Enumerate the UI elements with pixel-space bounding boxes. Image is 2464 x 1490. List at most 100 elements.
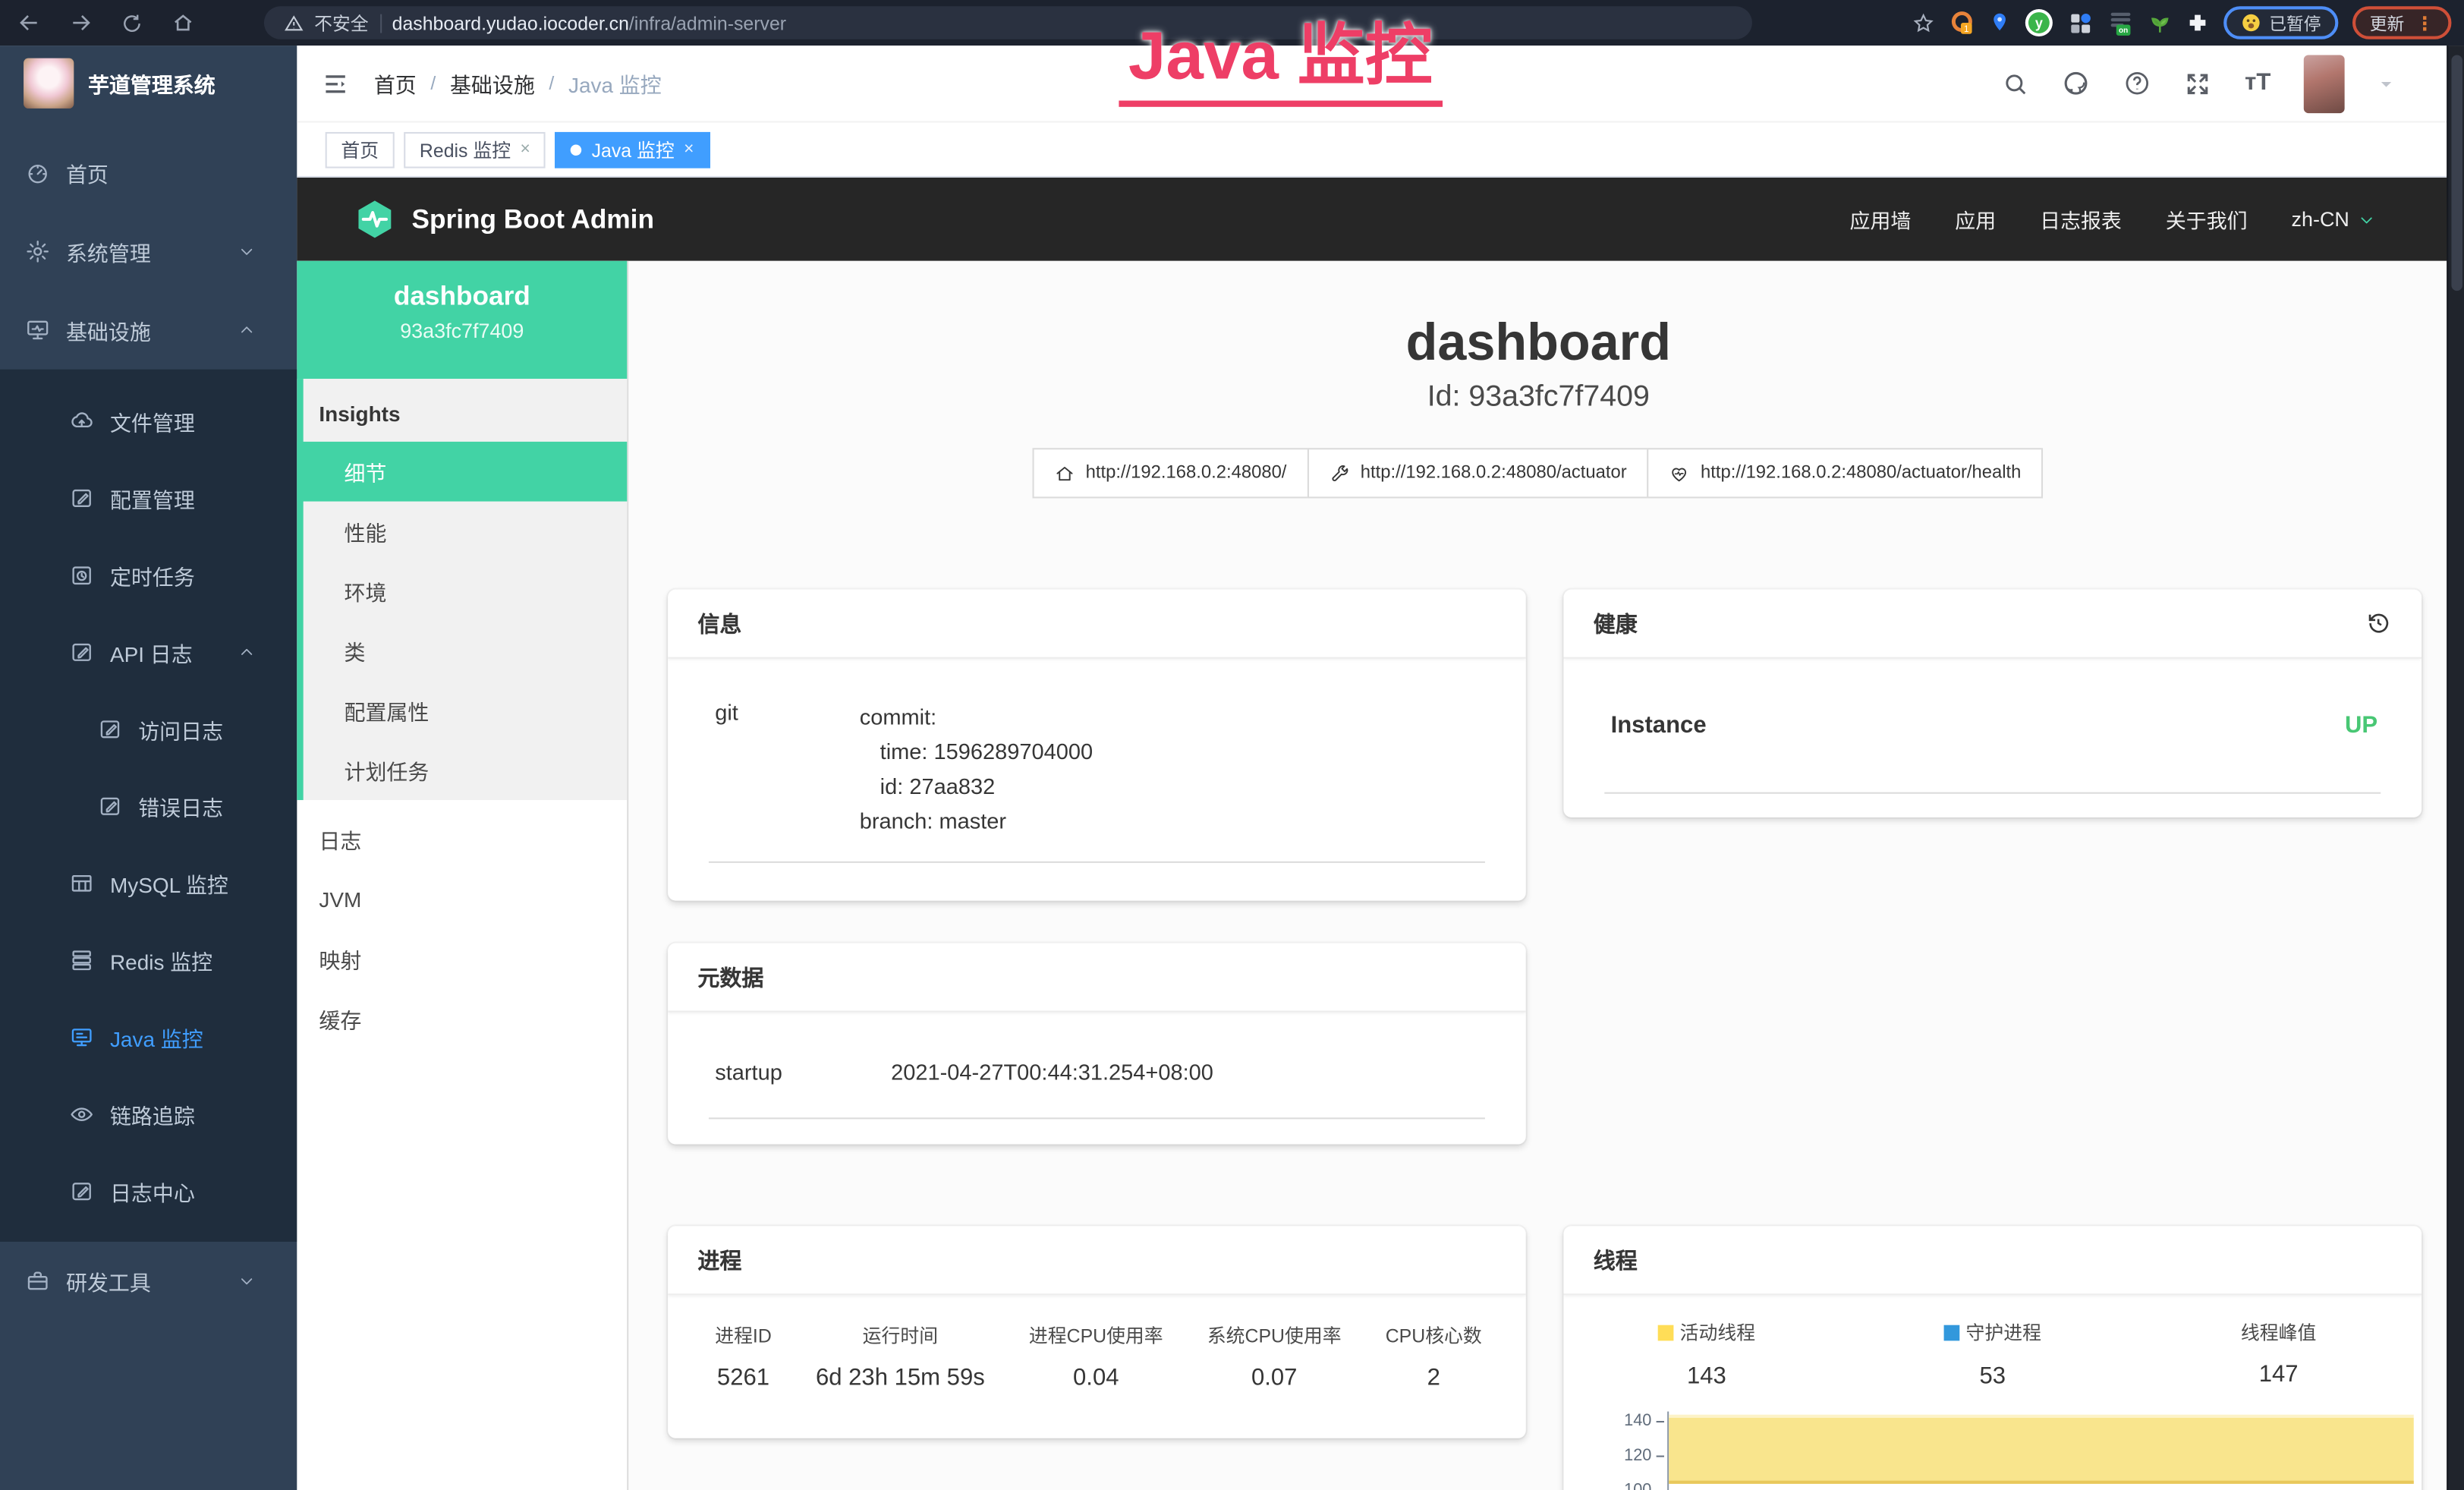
log-icon (69, 639, 94, 664)
browser-back-icon[interactable] (17, 11, 41, 34)
sidebar-item-label: 配置管理 (110, 482, 195, 513)
bookmark-star-icon[interactable] (1912, 12, 1934, 34)
ext-on-switch-icon[interactable]: on (2107, 8, 2134, 36)
sidebar-item-文件管理[interactable]: 文件管理 (0, 382, 297, 458)
sba-instance-header[interactable]: dashboard 93a3fc7f7409 (297, 261, 627, 379)
page-scrollbar-thumb[interactable] (2451, 55, 2462, 291)
sidebar-item-系统管理[interactable]: 系统管理 (0, 213, 297, 291)
sba-nav-关于我们[interactable]: 关于我们 (2166, 204, 2248, 234)
sidebar-item-研发工具[interactable]: 研发工具 (0, 1242, 297, 1321)
app-sidebar: 芋道管理系统 首页系统管理基础设施文件管理配置管理定时任务 API 日志访问日志错… (0, 46, 297, 1490)
sba-menu-缓存[interactable]: 缓存 (297, 989, 627, 1049)
ext-colorzilla-icon[interactable]: 1 (1949, 9, 1975, 36)
instance-link-home[interactable]: http://192.168.0.2:48080/ (1032, 448, 1308, 498)
browser-reload-icon[interactable] (121, 12, 143, 34)
chart-ytick: 100 (1563, 1481, 1651, 1490)
sba-menu-配置属性[interactable]: 配置属性 (304, 681, 628, 741)
user-avatar[interactable] (2304, 54, 2345, 112)
sidebar-item-配置管理[interactable]: 配置管理 (0, 459, 297, 536)
breadcrumb-home[interactable]: 首页 (374, 68, 417, 99)
tab-label: Java 监控 (592, 136, 675, 162)
instance-id-line: Id: 93a3fc7f7409 (628, 380, 2448, 415)
sba-nav-应用[interactable]: 应用 (1955, 204, 1996, 234)
info-value-line: id: 27aa832 (860, 769, 1093, 804)
sba-menu-计划任务[interactable]: 计划任务 (304, 740, 628, 800)
sidebar-item-错误日志[interactable]: 错误日志 (0, 767, 297, 844)
log-icon (69, 1178, 94, 1203)
instance-link-heartbeat[interactable]: http://192.168.0.2:48080/actuator/health (1647, 448, 2044, 498)
address-bar[interactable]: 不安全 dashboard.yudao.iocoder.cn/infra/adm… (264, 6, 1752, 39)
sba-language-select[interactable]: zh-CN (2292, 207, 2376, 231)
browser-menu-kebab-icon[interactable]: ⋮ (2415, 12, 2434, 34)
sba-brand[interactable]: Spring Boot Admin (354, 198, 654, 241)
instance-link-wrench[interactable]: http://192.168.0.2:48080/actuator (1307, 448, 1648, 498)
card-info-title: 信息 (668, 590, 1526, 659)
sidebar-item-label: Java 监控 (110, 1021, 203, 1052)
sba-menu-环境[interactable]: 环境 (304, 561, 628, 621)
schedule-icon (69, 562, 94, 587)
profiler-paused-pill[interactable]: 已暂停 (2223, 6, 2338, 39)
sba-menu-JVM[interactable]: JVM (297, 869, 627, 929)
sba-menu-类[interactable]: 类 (304, 621, 628, 681)
ext-grid-icon[interactable] (2068, 10, 2093, 35)
sidebar-item-Java 监控[interactable]: Java 监控 (0, 998, 297, 1075)
tab-Java 监控[interactable]: Java 监控 × (555, 131, 710, 168)
breadcrumb-infra[interactable]: 基础设施 (450, 68, 535, 99)
sidebar-item-API 日志[interactable]: API 日志 (0, 613, 297, 690)
sba-nav-应用墙[interactable]: 应用墙 (1850, 204, 1912, 234)
fullscreen-icon[interactable] (2185, 70, 2211, 96)
sba-menu-日志[interactable]: 日志 (297, 809, 627, 869)
page-scrollbar[interactable] (2447, 46, 2464, 1490)
sba-menu-映射[interactable]: 映射 (297, 929, 627, 989)
close-icon[interactable]: × (684, 140, 694, 158)
security-label: 不安全 (314, 10, 368, 35)
card-metadata: 元数据 startup 2021-04-27T00:44:31.254+08:0… (668, 943, 1526, 1144)
sidebar-item-label: 错误日志 (138, 790, 223, 821)
sidebar-item-访问日志[interactable]: 访问日志 (0, 690, 297, 767)
mysql-icon (69, 870, 94, 895)
legend-label: 守护进程 (1944, 1318, 2041, 1345)
user-caret-down-icon[interactable] (2377, 74, 2395, 92)
tab-首页[interactable]: 首页 (326, 131, 395, 168)
help-icon[interactable] (2124, 69, 2152, 97)
history-icon[interactable] (2365, 610, 2392, 636)
sidebar-item-首页[interactable]: 首页 (0, 134, 297, 213)
ext-y-icon[interactable]: y (2024, 8, 2053, 37)
chart-ytick: 120 (1563, 1446, 1651, 1465)
sba-menu-性能[interactable]: 性能 (304, 502, 628, 562)
browser-home-icon[interactable] (172, 11, 195, 34)
sidebar-item-MySQL 监控[interactable]: MySQL 监控 (0, 844, 297, 921)
ext-pin-icon[interactable] (1990, 11, 2010, 34)
sidebar-collapse-icon[interactable] (323, 71, 349, 95)
sidebar-item-日志中心[interactable]: 日志中心 (0, 1152, 297, 1229)
sidebar-item-定时任务[interactable]: 定时任务 (0, 536, 297, 613)
legend-value: 147 (2135, 1361, 2422, 1388)
browser-forward-icon[interactable] (69, 11, 93, 34)
health-status-badge: UP (2345, 712, 2377, 739)
browser-update-button[interactable]: 更新 ⋮ (2352, 6, 2451, 39)
search-icon[interactable] (2003, 70, 2029, 96)
ext-sprout-icon[interactable] (2148, 10, 2172, 35)
app-logo-row[interactable]: 芋道管理系统 (0, 46, 297, 121)
sidebar-item-基础设施[interactable]: 基础设施 (0, 291, 297, 370)
tab-Redis 监控[interactable]: Redis 监控× (404, 131, 546, 168)
close-icon[interactable]: × (520, 140, 530, 158)
sba-nav-日志报表[interactable]: 日志报表 (2040, 204, 2122, 234)
process-metric-进程CPU使用率: 进程CPU使用率0.04 (1029, 1322, 1163, 1391)
sidebar-item-Redis 监控[interactable]: Redis 监控 (0, 921, 297, 997)
sidebar-item-链路追踪[interactable]: 链路追踪 (0, 1075, 297, 1151)
github-icon[interactable] (2063, 69, 2091, 97)
sidebar-item-label: 文件管理 (110, 405, 195, 436)
health-instance-label[interactable]: Instance (1611, 712, 1707, 739)
ext-puzzle-icon[interactable] (2186, 11, 2209, 34)
metric-label: CPU核心数 (1386, 1322, 1482, 1349)
instance-link-label: http://192.168.0.2:48080/actuator/health (1701, 464, 2021, 483)
metric-label: 进程ID (715, 1322, 772, 1349)
wrench-icon (1329, 463, 1349, 484)
row-divider (709, 1117, 1485, 1119)
sidebar-item-label: API 日志 (110, 636, 193, 667)
svg-text:y: y (2035, 16, 2043, 31)
sba-menu-细节[interactable]: 细节 (297, 442, 627, 502)
info-value-line: commit: (860, 700, 1093, 735)
sba-language-label: zh-CN (2292, 207, 2349, 231)
